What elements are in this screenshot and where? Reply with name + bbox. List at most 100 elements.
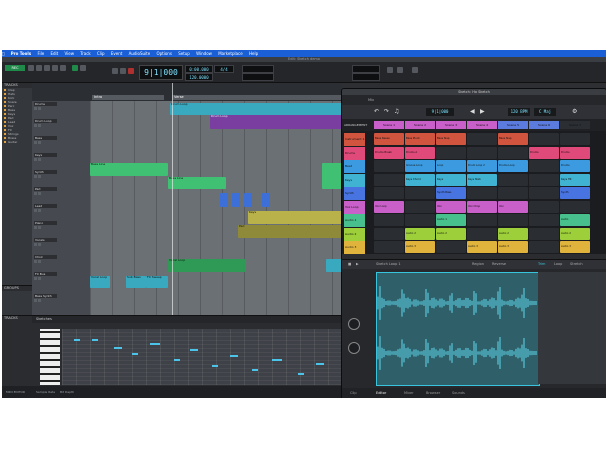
midi-note[interactable] (92, 339, 98, 341)
solo-button[interactable] (34, 175, 37, 178)
record-icon[interactable] (128, 68, 134, 74)
scene-button[interactable]: Scene 7 (560, 121, 590, 129)
menu-audiosuite[interactable]: AudioSuite (129, 51, 151, 56)
clip-slot[interactable]: Audio 3 (405, 241, 435, 253)
clip-slot[interactable]: Audio 2 (560, 227, 590, 240)
empty-clip-slot[interactable] (405, 200, 435, 213)
audio-clip[interactable]: Vocal Loop (90, 276, 110, 288)
rewind-icon[interactable] (112, 68, 118, 74)
tab-mixer[interactable]: Mixer (404, 388, 414, 398)
scene-button[interactable]: Scene 4 (467, 121, 497, 129)
clip-slot[interactable]: Vox Chop (467, 200, 497, 213)
track-header[interactable]: Bass (32, 135, 90, 153)
menu-view[interactable]: View (64, 51, 74, 56)
midi-note[interactable] (272, 359, 282, 361)
midi-note[interactable] (132, 353, 138, 355)
tab-sounds[interactable]: Sounds (452, 388, 465, 398)
clip-slot[interactable]: Keys Stab (467, 173, 497, 186)
track-header[interactable]: Lead (32, 203, 90, 221)
clip-slot[interactable]: Bass Slap (498, 133, 528, 145)
zoom-icon[interactable] (28, 65, 34, 71)
empty-clip-slot[interactable] (529, 241, 559, 253)
undo-icon[interactable]: ↶ (374, 109, 380, 115)
mute-button[interactable] (38, 209, 41, 212)
midi-note[interactable] (230, 355, 238, 357)
track-row-label[interactable]: Vox Loop (344, 200, 365, 214)
track-header[interactable]: Pad (32, 186, 90, 204)
track-header[interactable]: Keys (32, 152, 90, 170)
clip-slot[interactable]: Audio 2 (405, 227, 435, 240)
clip-slot[interactable]: Keys Chord (405, 173, 435, 186)
grid-mode-button[interactable] (72, 65, 78, 71)
track-row-label[interactable]: Audio 3 (344, 241, 365, 254)
midi-note[interactable] (150, 343, 160, 345)
menu-setup[interactable]: Setup (178, 51, 190, 56)
audio-clip[interactable]: Bass Line (168, 177, 226, 189)
midi-note[interactable] (174, 359, 180, 361)
selector-tool-icon[interactable] (44, 65, 50, 71)
waveform-display[interactable] (376, 272, 540, 386)
clip-slot[interactable]: Bass Slap (436, 133, 466, 145)
stretch-button[interactable]: Stretch (570, 260, 583, 269)
empty-clip-slot[interactable] (560, 133, 590, 145)
metronome-icon[interactable] (387, 67, 393, 73)
track-row-label[interactable]: Beat (344, 160, 365, 173)
sub-counter[interactable]: 0:00.000 (185, 65, 213, 73)
clip-slot[interactable]: Synth (560, 187, 590, 199)
empty-clip-slot[interactable] (529, 227, 559, 240)
clip-slot[interactable]: Audio 3 (498, 241, 528, 253)
scene-button[interactable]: Scene 2 (405, 121, 435, 129)
empty-clip-slot[interactable] (467, 214, 497, 226)
clip-slot[interactable]: Drum Loop 2 (467, 160, 497, 172)
nudge-button[interactable] (80, 65, 86, 71)
clip-slot[interactable]: Audio 3 (560, 241, 590, 253)
scene-button[interactable]: Scene 3 (436, 121, 466, 129)
menu-edit[interactable]: Edit (50, 51, 58, 56)
empty-clip-slot[interactable] (467, 187, 497, 199)
main-counter[interactable]: 9|1|000 (139, 65, 183, 80)
mute-button[interactable] (38, 141, 41, 144)
sketch-counter[interactable]: 9|1|000 (426, 108, 454, 116)
track-header[interactable]: Piano (32, 220, 90, 238)
empty-clip-slot[interactable] (529, 133, 559, 145)
empty-clip-slot[interactable] (374, 173, 404, 186)
empty-clip-slot[interactable] (436, 241, 466, 253)
midi-clip[interactable]: Keys (248, 211, 342, 224)
clip-slot[interactable]: Audio 3 (467, 241, 497, 253)
empty-clip-slot[interactable] (529, 173, 559, 186)
midi-note[interactable] (298, 373, 304, 375)
reverse-button[interactable]: Reverse (492, 260, 506, 269)
midi-note-grid[interactable] (62, 329, 342, 385)
midi-clip[interactable] (262, 193, 270, 207)
empty-clip-slot[interactable] (374, 227, 404, 240)
menu-track[interactable]: Track (80, 51, 90, 56)
clip-slot[interactable]: Drums A (405, 146, 435, 159)
clip-slot[interactable]: Keys Hit (560, 173, 590, 186)
solo-button[interactable] (34, 277, 37, 280)
clip-slot[interactable]: Bass Pluck (405, 133, 435, 145)
clip-slot[interactable]: Drums (560, 146, 590, 159)
track-header[interactable]: Vocals (32, 237, 90, 255)
track-header[interactable]: Choir (32, 254, 90, 272)
apple-icon[interactable]:  (2, 51, 4, 56)
track-row-label[interactable]: Instrument 1 (344, 133, 365, 146)
pencil-tool-icon[interactable] (60, 65, 66, 71)
audio-clip[interactable]: Drum Loop (210, 115, 342, 129)
midi-note[interactable] (252, 369, 258, 371)
solo-button[interactable] (34, 141, 37, 144)
clip-slot[interactable]: Audio 2 (436, 227, 466, 240)
mute-button[interactable] (38, 124, 41, 127)
track-row-label[interactable]: Drums (344, 146, 365, 160)
mute-button[interactable] (38, 299, 41, 302)
clips-area[interactable]: Drum Loop Drum Loop Bass Line Bass Line … (90, 101, 342, 315)
audio-clip[interactable]: Sub Bass (126, 276, 146, 288)
selection-start[interactable] (242, 65, 274, 73)
pitch-knob[interactable] (348, 342, 360, 354)
track-header[interactable]: Synth (32, 169, 90, 187)
loop-button[interactable]: Loop (554, 260, 562, 269)
solo-button[interactable] (34, 299, 37, 302)
track-header[interactable]: Drums (32, 101, 90, 119)
track-row-label[interactable]: Audio 2 (344, 227, 365, 241)
selection-end[interactable] (242, 73, 274, 81)
empty-clip-slot[interactable] (436, 146, 466, 159)
